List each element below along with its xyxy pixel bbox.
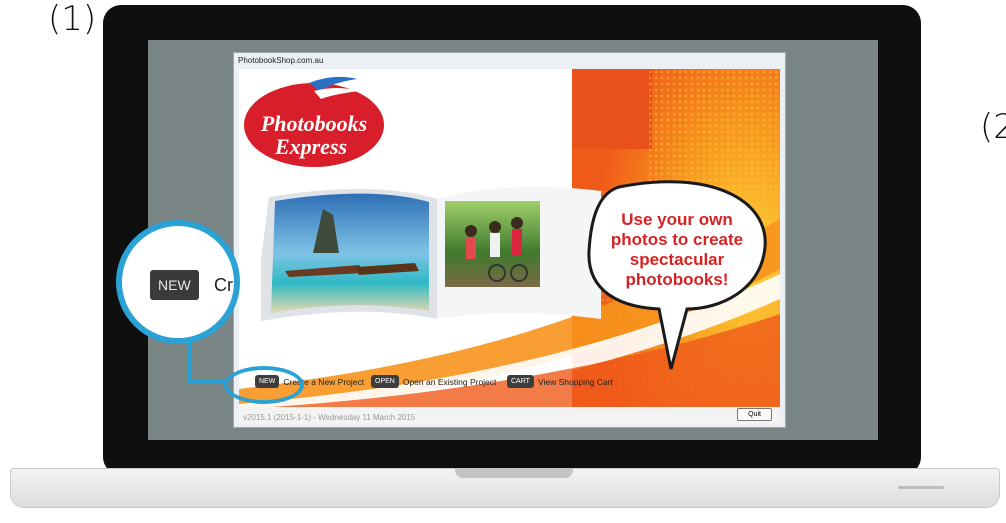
window-title: PhotobookShop.com.au bbox=[238, 56, 324, 65]
cart-button[interactable]: CART bbox=[507, 375, 534, 388]
zoom-label: Crea bbox=[214, 275, 234, 295]
zoom-callout: NEW Crea bbox=[116, 220, 240, 344]
view-cart-label: View Shopping Cart bbox=[537, 376, 613, 387]
version-text: v2015.1 (2015-1-1) - Wednesday 11 March … bbox=[243, 413, 416, 422]
photobook-image bbox=[261, 186, 601, 321]
app-content: Photobooks Express Use your own photos t… bbox=[239, 69, 780, 425]
zoom-new-button: NEW bbox=[150, 270, 199, 300]
open-project-action[interactable]: OPEN Open an Existing Project bbox=[371, 375, 496, 388]
svg-text:photos to create: photos to create bbox=[611, 230, 743, 249]
view-cart-action[interactable]: CART View Shopping Cart bbox=[507, 375, 613, 388]
step-number-1: (1) bbox=[48, 0, 97, 39]
svg-text:photobooks!: photobooks! bbox=[626, 270, 729, 289]
step-number-2: (2 bbox=[980, 107, 1006, 147]
svg-text:spectacular: spectacular bbox=[630, 250, 725, 269]
app-footer: v2015.1 (2015-1-1) - Wednesday 11 March … bbox=[239, 407, 780, 425]
svg-text:Express: Express bbox=[274, 134, 347, 159]
laptop-indicator bbox=[898, 486, 944, 489]
new-button-highlight-ring bbox=[224, 366, 304, 404]
svg-text:Use your own: Use your own bbox=[621, 210, 732, 229]
app-window: PhotobookShop.com.au Photobooks Express … bbox=[233, 52, 786, 428]
quit-button[interactable]: Quit bbox=[737, 408, 772, 421]
svg-text:Photobooks: Photobooks bbox=[260, 111, 367, 136]
laptop-hinge-notch bbox=[455, 468, 573, 478]
open-button[interactable]: OPEN bbox=[371, 375, 399, 388]
photobooks-express-logo: Photobooks Express bbox=[244, 76, 384, 167]
splash-artwork: Photobooks Express Use your own photos t… bbox=[239, 69, 780, 425]
open-project-label: Open an Existing Project bbox=[402, 376, 497, 387]
